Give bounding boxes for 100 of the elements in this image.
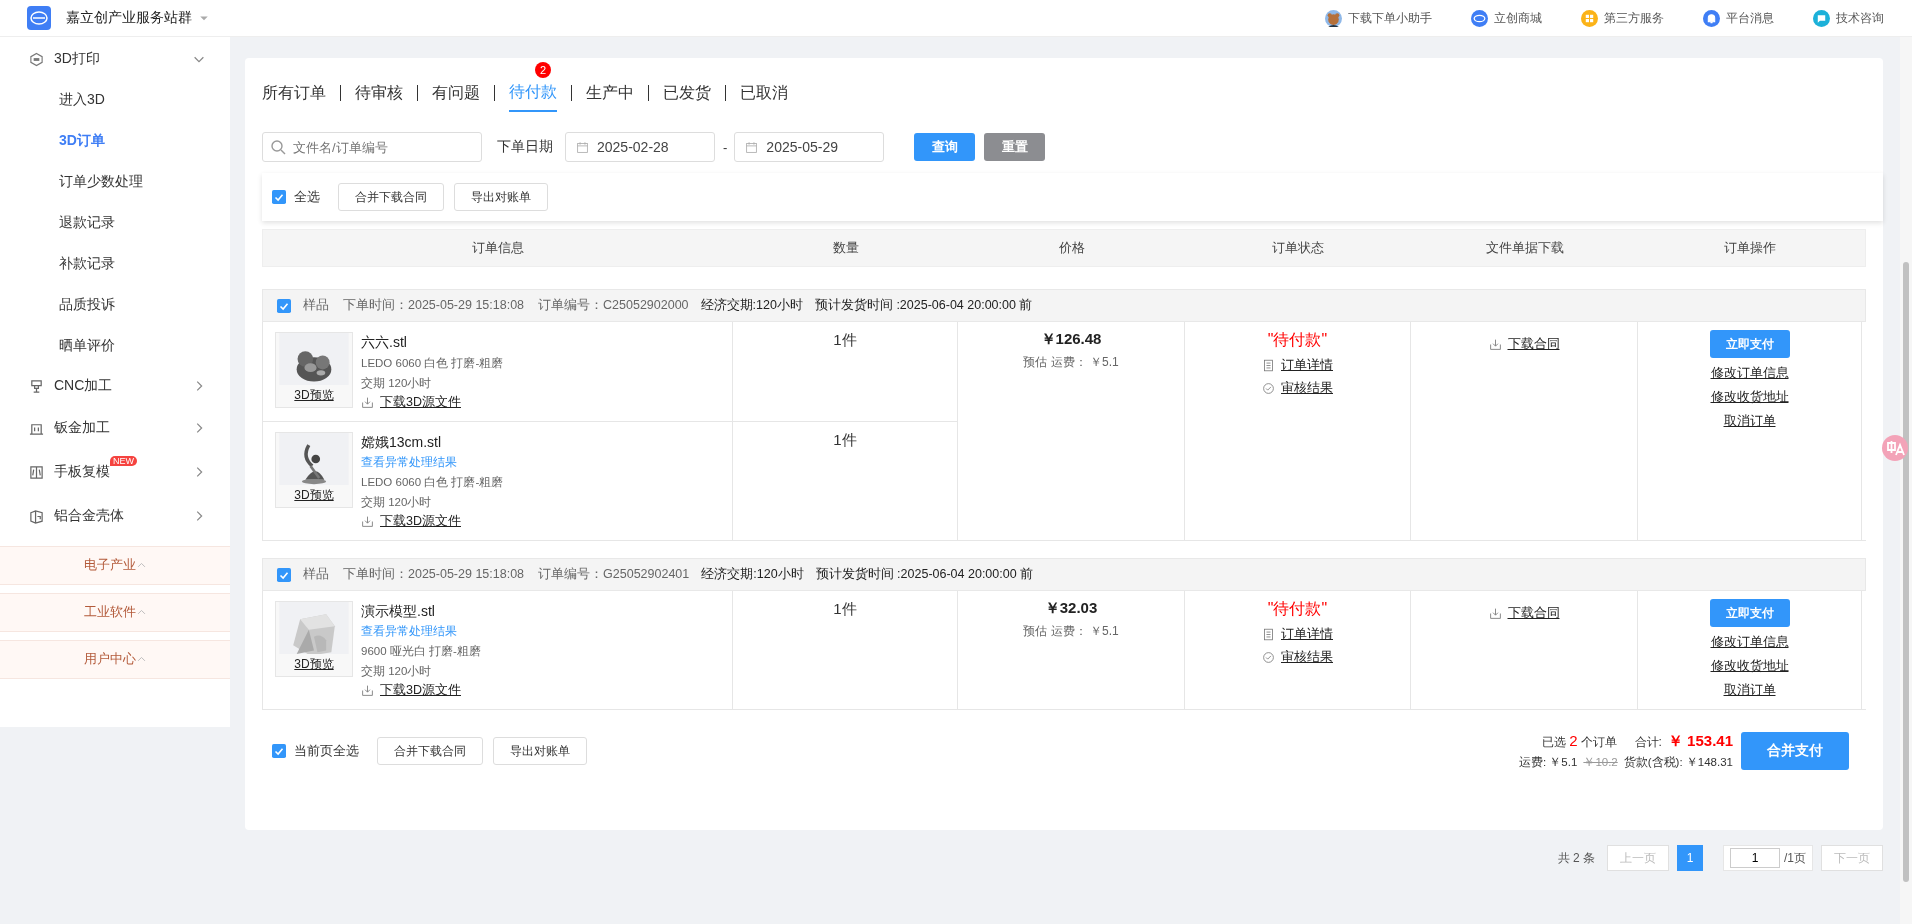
sidebar-item[interactable]: 补款记录 [0,243,230,284]
action-link[interactable]: 修改收货地址 [1710,389,1789,406]
total-count: 共 2 条 [1557,849,1595,867]
goods-amount: 货款(含税): ￥148.31 [1623,755,1733,770]
date-field[interactable]: 2025-05-29 [734,132,885,162]
select-all-label[interactable]: 全选 [294,188,320,206]
item-spec: 9600 哑光白 打磨-粗磨 [361,644,481,659]
sidebar-group[interactable]: 3D打印 [0,39,230,79]
sidebar-item[interactable]: 品质投诉 [0,284,230,325]
column-header: 订单状态 [1271,239,1325,257]
sidebar-section[interactable]: 电子产业 [0,546,230,585]
status-link[interactable]: 订单详情 [1262,626,1333,643]
sidebar-group[interactable]: CNC加工 [0,366,230,406]
tab[interactable]: 所有订单 [262,63,326,111]
shipping-estimate: 预估 运费： ￥5.1 [1023,354,1119,371]
sidebar-group[interactable]: 手板复模 NEW [0,450,230,494]
tab[interactable]: 有问题 [432,63,480,111]
tab[interactable]: 已发货 [663,63,711,111]
order-type: 样品 [303,566,329,583]
header-link[interactable]: 技术咨询 [1813,9,1884,27]
column-header: 数量 [831,239,860,257]
thumbnail[interactable]: 3D预览 [275,432,353,508]
contract-link[interactable]: 下载合同 [1488,605,1560,622]
preview-link[interactable]: 3D预览 [294,387,334,404]
thumbnail[interactable]: 3D预览 [275,332,353,408]
status-link[interactable]: 审核结果 [1262,380,1333,397]
date-separator: - [723,139,728,155]
price: ￥126.48 [1040,330,1102,349]
file-name: 嫦娥13cm.stl [361,433,443,452]
quantity: 1件 [833,600,857,617]
tab[interactable]: 生产中 [586,63,634,111]
sidebar-section[interactable]: 工业软件 [0,593,230,632]
total-label: 合计: [1634,734,1662,751]
item-spec: LEDO 6060 白色 打磨-粗磨 [361,356,504,371]
order-time: 下单时间：2025-05-29 15:18:08 [343,566,525,583]
original-shipping-fee: ￥10.2 [1583,755,1618,770]
sidebar-item[interactable]: 退款记录 [0,202,230,243]
order-number: 订单编号：G25052902401 [538,566,690,583]
action-link[interactable]: 修改订单信息 [1710,365,1789,382]
ship-time: 预计发货时间 :2025-06-04 20:00:00 前 [815,566,1034,583]
quantity: 1件 [833,331,857,348]
tab[interactable]: 待付款 2 [509,62,557,112]
sidebar-item[interactable]: 晒单评价 [0,325,230,366]
toolbar-button[interactable]: 导出对账单 [454,183,548,211]
shipping-fee: 运费: ￥5.1 [1519,755,1578,770]
action-link[interactable]: 取消订单 [1723,682,1776,699]
toolbar-button[interactable]: 合并下载合同 [377,737,483,765]
item-spec: LEDO 6060 白色 打磨-粗磨 [361,475,504,490]
sidebar-item[interactable]: 3D订单 [0,120,230,161]
page-count: /1页 [1784,849,1806,867]
count-badge: 2 [535,62,551,78]
item-lead-time: 交期 120小时 [361,376,433,391]
sidebar-item[interactable]: 进入3D [0,79,230,120]
preview-link[interactable]: 3D预览 [294,487,334,504]
header-link[interactable]: 第三方服务 [1581,9,1664,27]
header-link[interactable]: 立创商城 [1471,9,1542,27]
contract-link[interactable]: 下载合同 [1488,336,1560,353]
toolbar-button[interactable]: 导出对账单 [493,737,587,765]
header-link[interactable]: 下载下单小助手 [1325,9,1432,27]
item-lead-time: 交期 120小时 [361,495,433,510]
order-status: "待付款" [1267,330,1328,350]
download-link[interactable]: 下载3D源文件 [361,394,504,411]
file-name: 六六.stl [361,333,408,352]
select-all-label[interactable]: 当前页全选 [294,742,359,760]
order-type: 样品 [303,297,329,314]
file-name: 演示模型.stl [361,602,436,621]
order-time: 下单时间：2025-05-29 15:18:08 [343,297,525,314]
new-badge: NEW [110,456,137,466]
total-amount: ￥ 153.41 [1667,732,1733,751]
sidebar-item[interactable]: 订单少数处理 [0,161,230,202]
toolbar-button[interactable]: 合并下载合同 [338,183,444,211]
page-input[interactable]: 1 [1730,848,1780,868]
action-link[interactable]: 修改订单信息 [1710,634,1789,651]
action-link[interactable]: 修改收货地址 [1710,658,1789,675]
quantity: 1件 [833,431,857,448]
search-field[interactable]: 文件名/订单编号 [262,132,482,162]
action-link[interactable]: 取消订单 [1723,413,1776,430]
lead-time: 经济交期:120小时 [700,297,803,314]
status-link[interactable]: 审核结果 [1262,649,1333,666]
thumbnail[interactable]: 3D预览 [275,601,353,677]
tab[interactable]: 待审核 [355,63,403,111]
ship-time: 预计发货时间 :2025-06-04 20:00:00 前 [814,297,1033,314]
header-link[interactable]: 平台消息 [1703,9,1774,27]
order-number: 订单编号：C25052902000 [538,297,689,314]
column-header: 订单操作 [1723,239,1777,257]
order-status: "待付款" [1267,599,1328,619]
column-header: 价格 [1057,239,1086,257]
brand-name[interactable]: 嘉立创产业服务站群 [66,9,192,27]
tab[interactable]: 已取消 [740,63,788,111]
status-link[interactable]: 订单详情 [1262,357,1333,374]
download-link[interactable]: 下载3D源文件 [361,513,504,530]
sidebar-group[interactable]: 铝合金壳体 [0,494,230,538]
sidebar-section[interactable]: 用户中心 [0,640,230,679]
date-field[interactable]: 2025-02-28 [565,132,715,162]
lead-time: 经济交期:120小时 [701,566,804,583]
selected-count: 已选 2 个订单 [1542,732,1617,751]
sidebar-group[interactable]: 钣金加工 [0,406,230,450]
download-link[interactable]: 下载3D源文件 [361,682,481,699]
column-header: 文件单据下载 [1484,239,1565,257]
preview-link[interactable]: 3D预览 [294,656,334,673]
